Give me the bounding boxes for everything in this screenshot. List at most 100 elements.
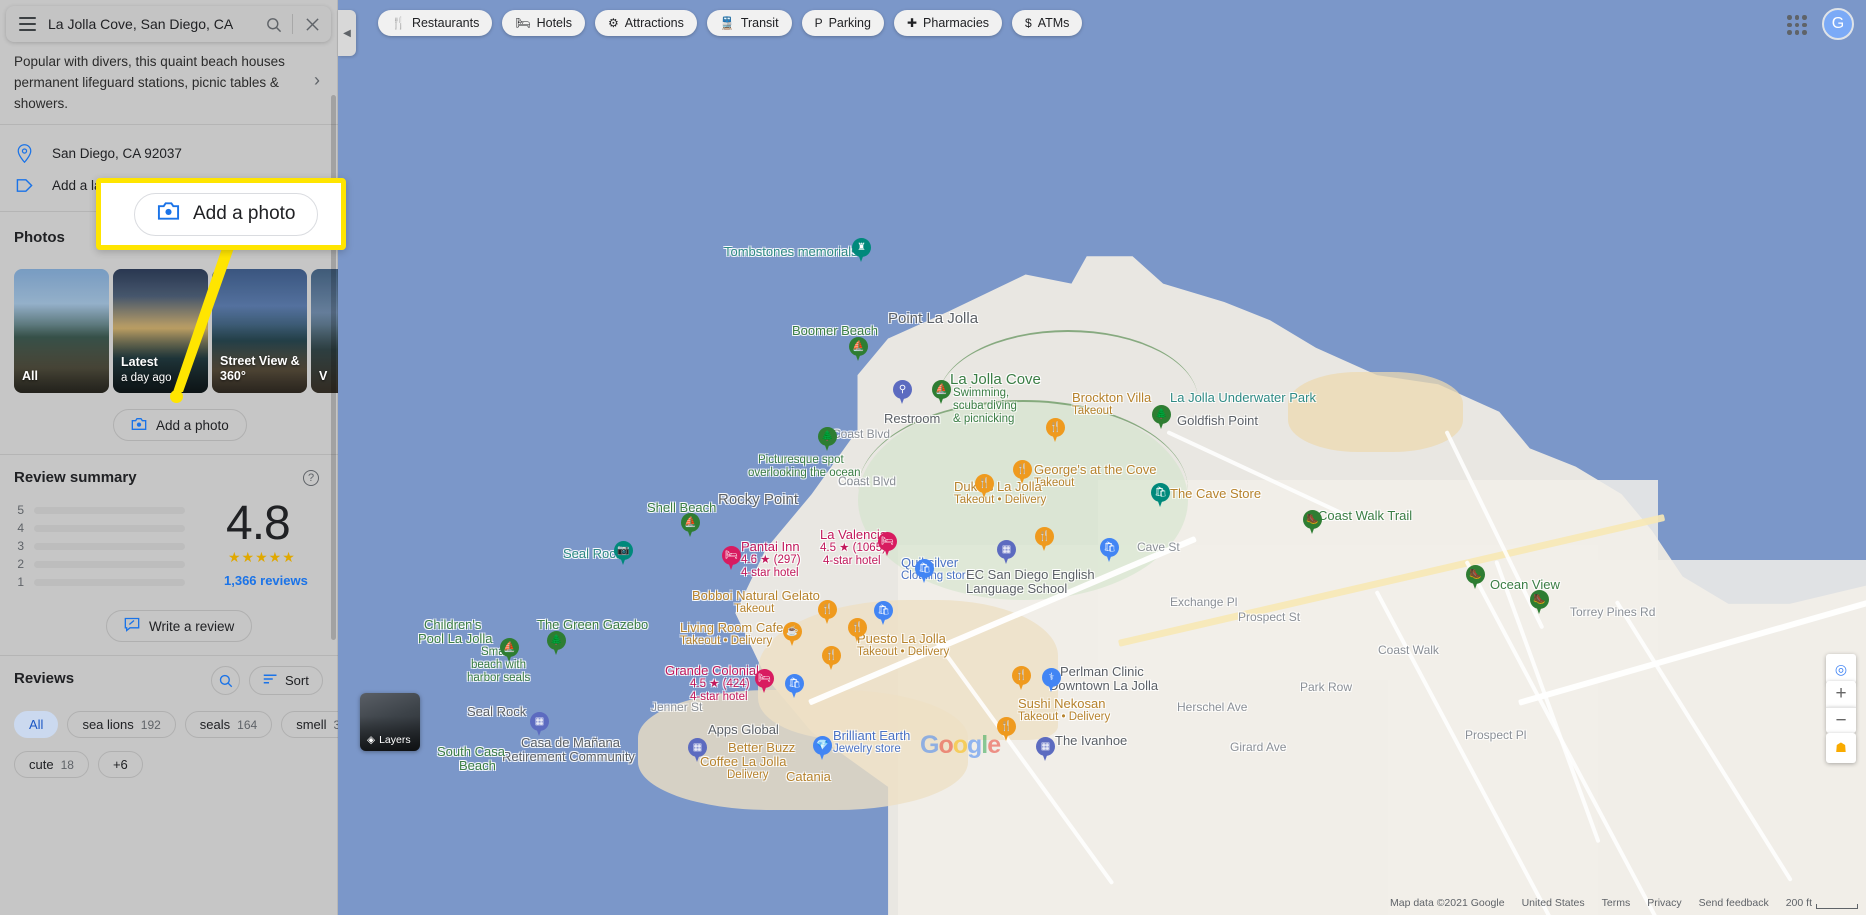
map-label-apps-global[interactable]: Apps Global — [708, 722, 779, 738]
sidebar-scrollbar[interactable] — [331, 95, 336, 640]
place-details-panel[interactable]: Popular with divers, this quaint beach h… — [0, 0, 338, 915]
photo-card-2[interactable]: Latest a day ago — [113, 269, 208, 393]
review-tag-+6[interactable]: +6 — [97, 751, 143, 778]
close-icon[interactable] — [293, 6, 331, 42]
review-tag-seals[interactable]: seals 164 — [184, 711, 273, 738]
collapse-panel-button[interactable]: ◀ — [338, 10, 356, 56]
goldfish-point-pin[interactable]: 🌲 — [1152, 405, 1171, 431]
boomer-beach-pin[interactable]: ⛵ — [849, 337, 868, 363]
map-label-prospect-st[interactable]: Prospect St — [1238, 610, 1300, 625]
reviews-sort-button[interactable]: Sort — [249, 666, 323, 695]
map-label-retirement-community[interactable]: Retirement Community — [502, 749, 635, 765]
map-label-the-cave-store[interactable]: The Cave Store — [1170, 486, 1261, 502]
map-label-the-ivanhoe[interactable]: The Ivanhoe — [1055, 733, 1127, 749]
review-tag-All[interactable]: All — [14, 711, 59, 738]
map-label-4-star-hotel[interactable]: 4-star hotel — [741, 566, 799, 580]
map-label-coast-blvd[interactable]: Coast Blvd — [832, 427, 890, 442]
map-label-takeout-delivery[interactable]: Takeout • Delivery — [1018, 710, 1110, 724]
avatar[interactable]: G — [1822, 8, 1854, 40]
reviews-search-button[interactable] — [211, 666, 240, 695]
map-label-restroom[interactable]: Restroom — [884, 411, 940, 427]
map-label-rocky-point[interactable]: Rocky Point — [718, 491, 798, 510]
brockton-villa-pin[interactable]: 🍴 — [1046, 418, 1065, 444]
seal-rock-pin[interactable]: 📷 — [614, 541, 633, 567]
restaurant-pin-4[interactable]: 🍴 — [1012, 666, 1031, 692]
map-label-point-la-jolla[interactable]: Point La Jolla — [888, 310, 978, 329]
review-tag-cute[interactable]: cute 18 — [14, 751, 89, 778]
restroom-pin[interactable]: ⚲ — [893, 380, 912, 406]
coast-walk-trail-pin[interactable]: 🥾 — [1303, 510, 1322, 536]
footer-privacy[interactable]: Privacy — [1647, 897, 1681, 909]
callout-add-photo-button[interactable]: Add a photo — [134, 192, 319, 236]
building-pin-1[interactable]: ▦ — [530, 712, 549, 738]
map-label-clothing-store[interactable]: Clothing store — [901, 569, 972, 583]
tombstones-memorials-pin[interactable]: ♜ — [852, 238, 871, 264]
map-label-herschel-ave[interactable]: Herschel Ave — [1177, 700, 1247, 715]
search-input[interactable] — [48, 16, 254, 32]
ec-school-pin[interactable]: ▦ — [997, 540, 1016, 566]
write-review-button[interactable]: Write a review — [106, 610, 253, 642]
zoom-out-button[interactable]: − — [1826, 707, 1856, 733]
map-label-picnicking[interactable]: & picnicking — [953, 412, 1014, 426]
map-label-coast-walk-trail[interactable]: Coast Walk Trail — [1318, 508, 1412, 524]
map-label-delivery[interactable]: Delivery — [727, 768, 769, 782]
map-label-girard-ave[interactable]: Girard Ave — [1230, 740, 1286, 755]
zoom-in-button[interactable]: + — [1826, 681, 1856, 707]
map-label-downtown-la-jolla[interactable]: Downtown La Jolla — [1049, 678, 1158, 694]
restaurant-pin-1[interactable]: 🍴 — [1035, 527, 1054, 553]
map-label-takeout[interactable]: Takeout — [734, 602, 774, 616]
map-label-jewelry-store[interactable]: Jewelry store — [833, 742, 901, 756]
review-tag-sea-lions[interactable]: sea lions 192 — [67, 711, 176, 738]
map-label-catania[interactable]: Catania — [786, 769, 831, 785]
chip-restaurants[interactable]: 🍴 Restaurants — [378, 10, 493, 36]
map-label-ocean-view[interactable]: Ocean View — [1490, 577, 1560, 593]
perlman-clinic-pin[interactable]: ⚕ — [1042, 668, 1061, 694]
ocean-view-pin[interactable]: 🥾 — [1466, 565, 1485, 591]
map-label-tombstones-memorials[interactable]: Tombstones memorials — [724, 244, 858, 260]
map-label-beach[interactable]: Beach — [459, 758, 496, 774]
add-label-row[interactable]: Add a la — [14, 178, 102, 193]
search-icon[interactable] — [254, 6, 292, 42]
review-tag-smell[interactable]: smell 32 — [281, 711, 338, 738]
map-label-coast-blvd[interactable]: Coast Blvd — [838, 474, 896, 489]
search-bar[interactable] — [6, 6, 331, 42]
google-apps-icon[interactable] — [1784, 12, 1810, 38]
map-label-cave-st[interactable]: Cave St — [1137, 540, 1180, 555]
chip-hotels[interactable]: 🛏 Hotels — [502, 10, 586, 36]
chip-atms[interactable]: $ ATMs — [1012, 10, 1083, 36]
photo-card-3[interactable]: Street View & 360° — [212, 269, 307, 393]
picturesque-spot-pin[interactable]: 🌲 — [818, 427, 837, 453]
shell-beach-pin[interactable]: ⛵ — [681, 513, 700, 539]
chip-parking[interactable]: P Parking — [801, 10, 884, 36]
category-chip-bar[interactable]: 🍴 Restaurants 🛏 Hotels ⚙ Attractions 🚆 Transit P… — [378, 10, 1083, 36]
map-label-park-row[interactable]: Park Row — [1300, 680, 1352, 695]
map-label-takeout-delivery[interactable]: Takeout • Delivery — [857, 645, 949, 659]
map-label-seal-rock[interactable]: Seal Rock — [467, 704, 526, 720]
address-row[interactable]: San Diego, CA 92037 — [14, 144, 182, 163]
map-label-prospect-pl[interactable]: Prospect Pl — [1465, 728, 1526, 743]
footer-region[interactable]: United States — [1522, 897, 1585, 909]
add-photo-button[interactable]: Add a photo — [113, 409, 247, 441]
hamburger-icon[interactable] — [6, 17, 48, 31]
shop-pin-1[interactable]: 🛍 — [1100, 538, 1119, 564]
shop-pin-2[interactable]: 🛍 — [874, 601, 893, 627]
reviews-count-link[interactable]: 1,366 reviews — [224, 573, 308, 588]
pantai-inn-pin[interactable]: 🛏 — [722, 546, 741, 572]
la-valencia-pin[interactable]: 🛏 — [878, 532, 897, 558]
map-label-torrey-pines-rd[interactable]: Torrey Pines Rd — [1570, 605, 1655, 620]
map-label-exchange-pl[interactable]: Exchange Pl — [1170, 595, 1237, 610]
map-canvas[interactable]: Tombstones memorials Point La Jolla Boomer… — [338, 0, 1866, 915]
trail-pin-1[interactable]: 🥾 — [1530, 590, 1549, 616]
quiksilver-pin[interactable]: 🛍 — [915, 559, 934, 585]
photos-strip[interactable]: All Latest a day ago Street View & 360° V — [14, 269, 338, 393]
apps-global-pin[interactable]: ▦ — [688, 738, 707, 764]
review-tags-row-2[interactable]: cute 18 +6 — [14, 751, 143, 778]
bobboi-gelato-pin[interactable]: 🍴 — [818, 600, 837, 626]
photo-card-1[interactable]: All — [14, 269, 109, 393]
georges-at-the-cove-pin[interactable]: 🍴 — [1013, 460, 1032, 486]
map-label-language-school[interactable]: Language School — [966, 581, 1067, 597]
dukes-la-jolla-pin[interactable]: 🍴 — [975, 474, 994, 500]
green-gazebo-pin[interactable]: 🌲 — [547, 631, 566, 657]
footer-send-feedback[interactable]: Send feedback — [1699, 897, 1769, 909]
help-icon[interactable]: ? — [303, 470, 319, 486]
